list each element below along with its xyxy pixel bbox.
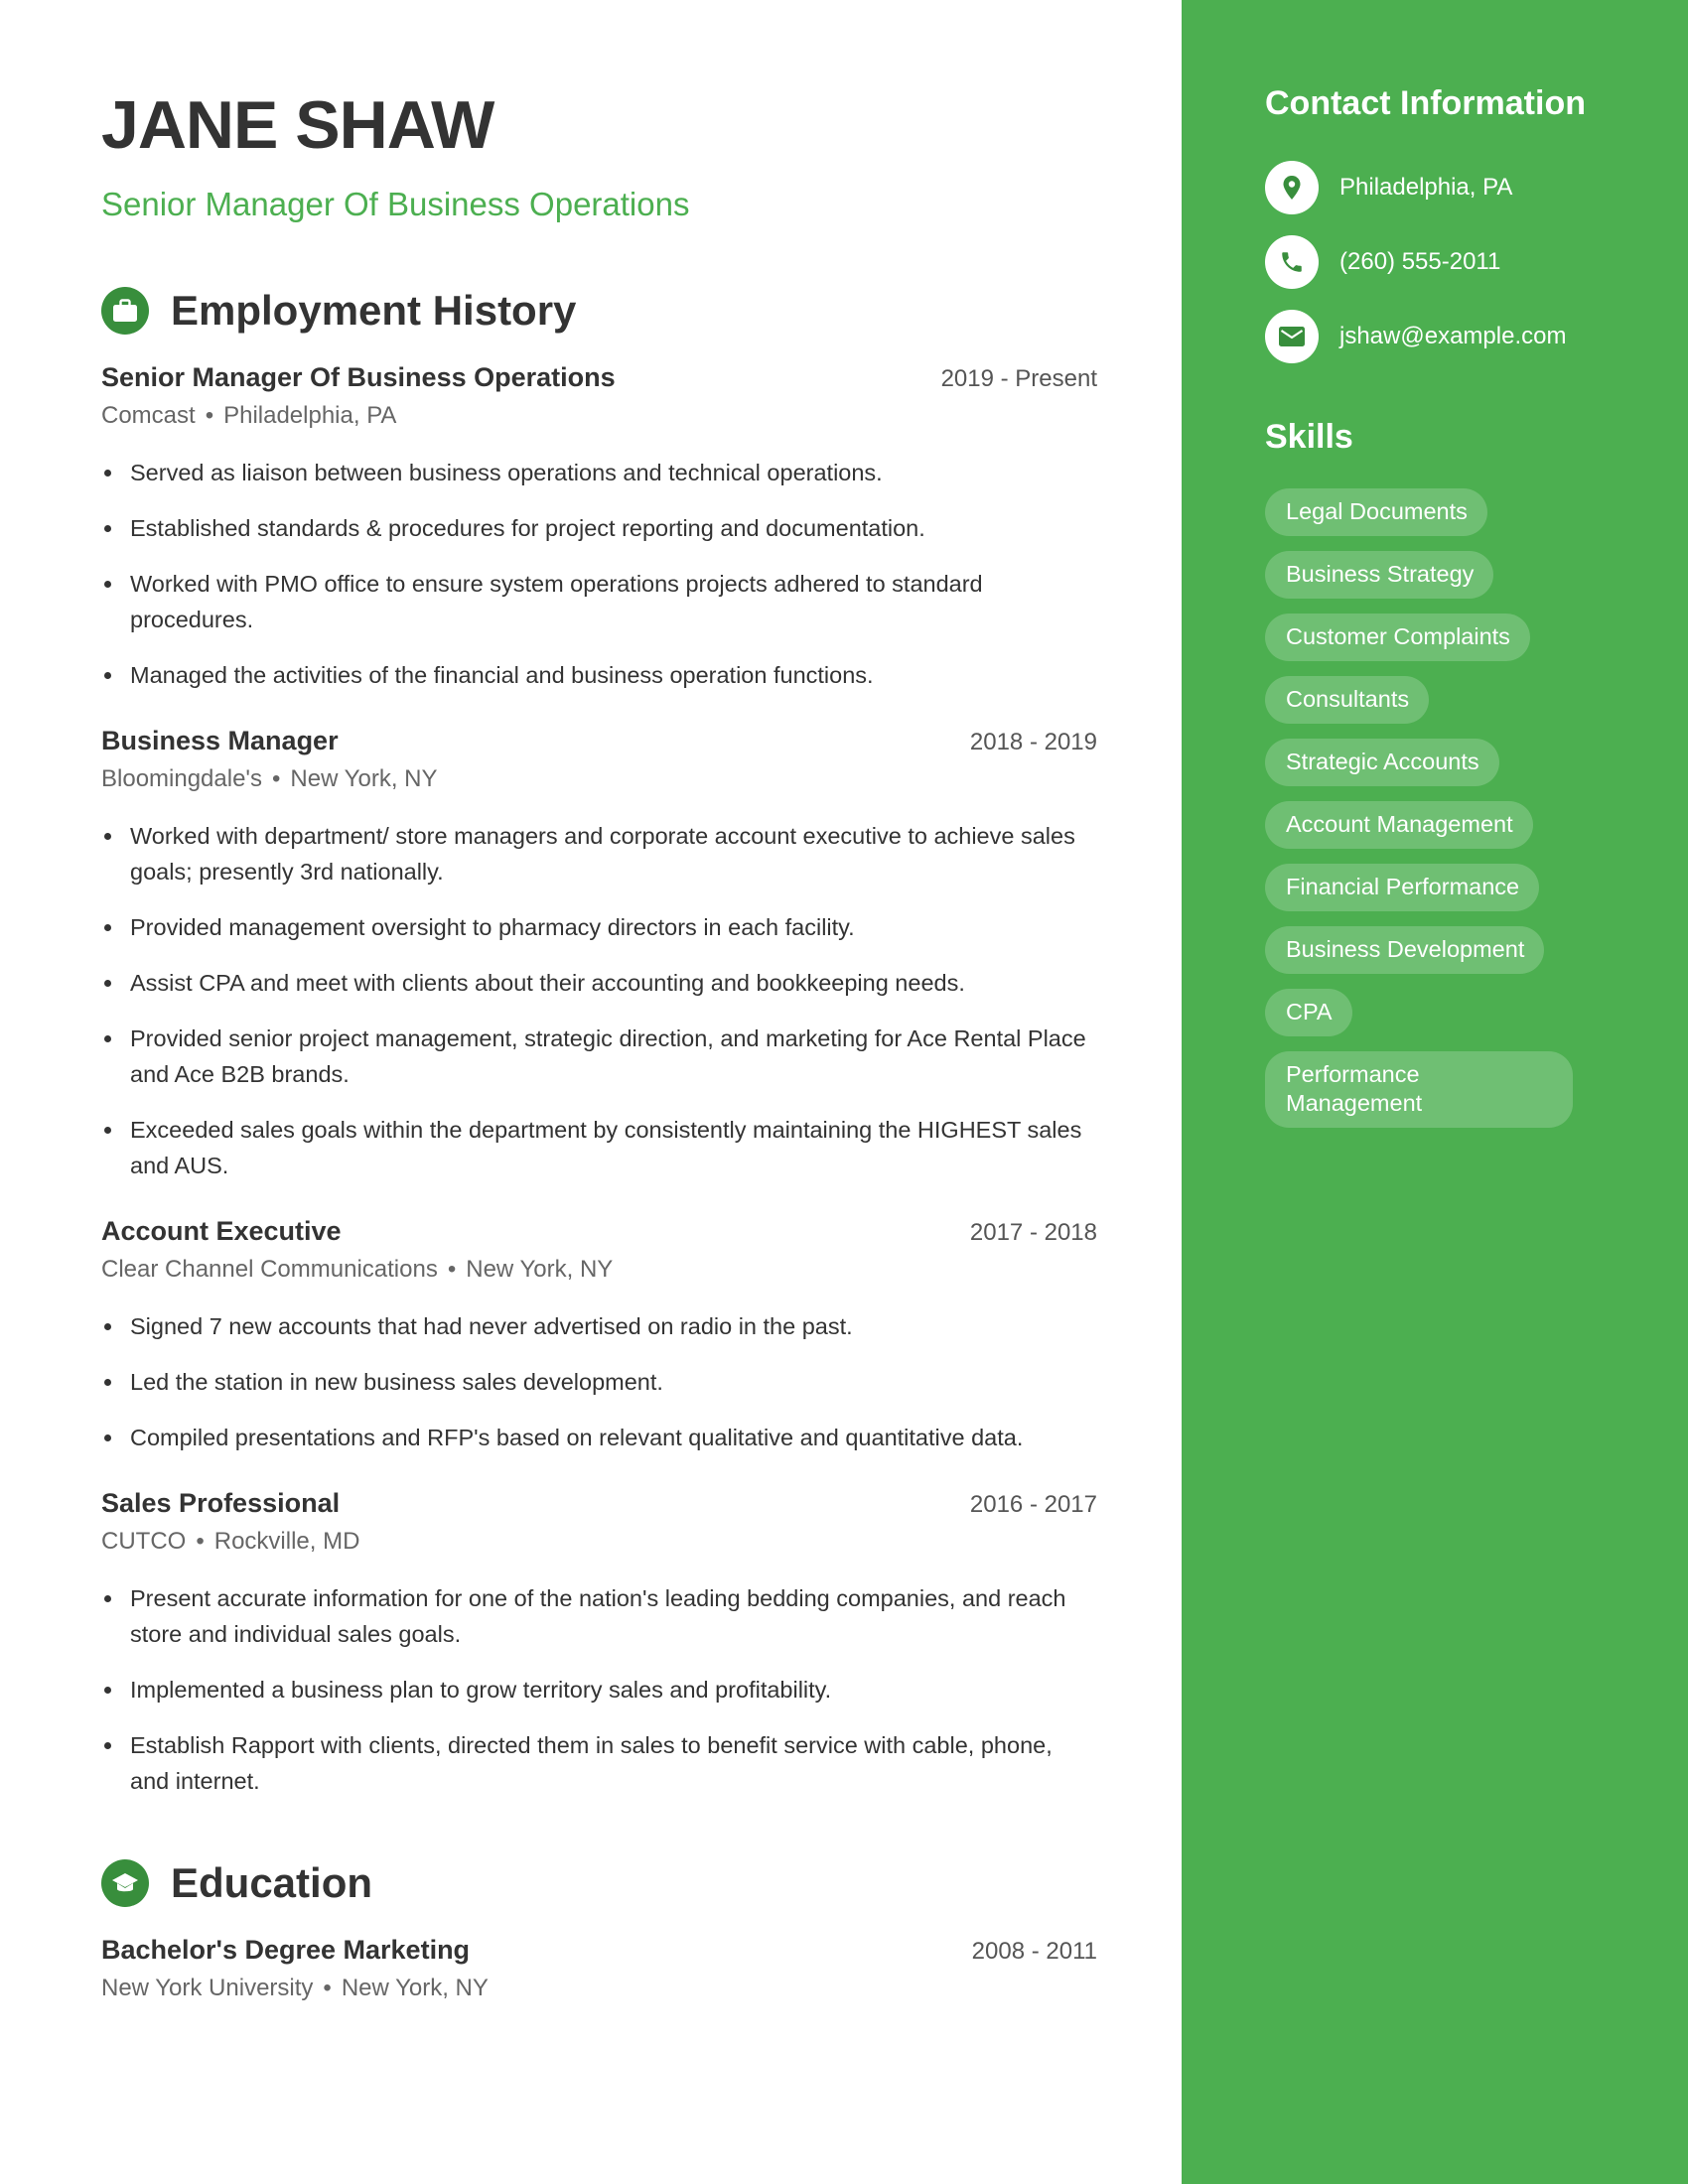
candidate-name: JANE SHAW [101, 87, 494, 163]
job-bullet: Led the station in new business sales de… [101, 1364, 1097, 1400]
separator-dot: • [196, 1528, 205, 1555]
employment-title: Employment History [171, 287, 577, 334]
briefcase-icon [101, 287, 149, 335]
contact-item-email: jshaw@example.com [1265, 310, 1688, 363]
job-employer-line: Comcast • Philadelphia, PA [101, 399, 1097, 433]
separator-dot: • [205, 402, 214, 429]
contact-item-location: Philadelphia, PA [1265, 161, 1688, 214]
contact-list: Philadelphia, PA (260) 555-2011 jshaw@ex… [1265, 161, 1688, 363]
separator-dot: • [323, 1975, 332, 2001]
job-bullet: Established standards & procedures for p… [101, 510, 1097, 546]
job-bullet: Exceeded sales goals within the departme… [101, 1112, 1097, 1183]
education-dates: 2008 - 2011 [971, 1938, 1097, 1965]
job-company: Comcast [101, 402, 196, 429]
job-dates: 2016 - 2017 [969, 1491, 1097, 1518]
education-section: Education Bachelor's Degree Marketing 20… [101, 1856, 1182, 2005]
job-bullet: Present accurate information for one of … [101, 1580, 1097, 1652]
education-school-line: New York University • New York, NY [101, 1972, 1097, 2005]
degree-title: Bachelor's Degree Marketing [101, 1935, 471, 1965]
separator-dot: • [447, 1256, 457, 1283]
candidate-headline: Senior Manager Of Business Operations [101, 186, 690, 222]
main-column: JANE SHAW Senior Manager Of Business Ope… [0, 0, 1182, 2184]
job-bullet: Provided management oversight to pharmac… [101, 909, 1097, 945]
job-employer-line: CUTCO • Rockville, MD [101, 1525, 1097, 1559]
education-header: Education [101, 1856, 1182, 1910]
job-bullets: Signed 7 new accounts that had never adv… [101, 1308, 1097, 1455]
school-location: New York, NY [341, 1975, 489, 2001]
job-employer-line: Bloomingdale's • New York, NY [101, 762, 1097, 796]
job-bullet: Worked with PMO office to ensure system … [101, 566, 1097, 637]
job-location: New York, NY [466, 1256, 614, 1283]
contact-phone: (260) 555-2011 [1339, 248, 1501, 275]
job-bullet: Signed 7 new accounts that had never adv… [101, 1308, 1097, 1344]
skill-tag: Customer Complaints [1265, 614, 1530, 661]
job-dates: 2019 - Present [940, 365, 1097, 392]
employment-header: Employment History [101, 284, 1182, 338]
job-company: Clear Channel Communications [101, 1256, 438, 1283]
job-bullet: Worked with department/ store managers a… [101, 818, 1097, 889]
job-bullet: Provided senior project management, stra… [101, 1021, 1097, 1092]
job-title: Senior Manager Of Business Operations [101, 362, 616, 392]
email-icon [1265, 310, 1319, 363]
job-dates: 2018 - 2019 [969, 729, 1097, 755]
contact-email[interactable]: jshaw@example.com [1339, 323, 1566, 350]
job-bullet: Compiled presentations and RFP's based o… [101, 1420, 1097, 1455]
skill-tag: Legal Documents [1265, 488, 1487, 536]
skill-tag: Business Strategy [1265, 551, 1494, 599]
job-location: Philadelphia, PA [223, 402, 397, 429]
skill-tag: Consultants [1265, 676, 1430, 724]
skill-tag: Business Development [1265, 926, 1545, 974]
contact-item-phone: (260) 555-2011 [1265, 235, 1688, 289]
job-company: Bloomingdale's [101, 765, 263, 792]
job-dates: 2017 - 2018 [969, 1219, 1097, 1246]
job-employer-line: Clear Channel Communications • New York, N… [101, 1253, 1097, 1287]
separator-dot: • [272, 765, 281, 792]
education-entry: Bachelor's Degree Marketing 2008 - 2011 … [101, 1932, 1097, 2005]
employment-entry: Account Executive 2017 - 2018 Clear Chan… [101, 1213, 1097, 1455]
skill-tag: Strategic Accounts [1265, 739, 1499, 786]
job-bullet: Managed the activities of the financial … [101, 657, 1097, 693]
contact-location: Philadelphia, PA [1339, 174, 1513, 201]
phone-icon [1265, 235, 1319, 289]
skill-tag: Financial Performance [1265, 864, 1540, 911]
skill-tag: CPA [1265, 989, 1352, 1036]
job-location: New York, NY [290, 765, 438, 792]
skill-tag: Account Management [1265, 801, 1533, 849]
job-company: CUTCO [101, 1528, 187, 1555]
job-bullet: Establish Rapport with clients, directed… [101, 1727, 1097, 1799]
employment-entry: Sales Professional 2016 - 2017 CUTCO • Roc… [101, 1485, 1097, 1799]
skills-title: Skills [1265, 418, 1353, 456]
job-title: Account Executive [101, 1216, 342, 1246]
employment-entry: Senior Manager Of Business Operations 20… [101, 359, 1097, 693]
sidebar: Contact Information Philadelphia, PA (26… [1182, 0, 1688, 2184]
job-bullets: Served as liaison between business opera… [101, 455, 1097, 693]
job-bullets: Worked with department/ store managers a… [101, 818, 1097, 1183]
job-location: Rockville, MD [213, 1528, 360, 1555]
skill-tag: Performance Management [1265, 1051, 1573, 1128]
location-pin-icon [1265, 161, 1319, 214]
job-title: Sales Professional [101, 1488, 341, 1518]
employment-section: Employment History Senior Manager Of Bus… [101, 284, 1182, 1799]
school-name: New York University [101, 1975, 314, 2001]
job-bullet: Implemented a business plan to grow terr… [101, 1672, 1097, 1707]
job-bullet: Assist CPA and meet with clients about t… [101, 965, 1097, 1001]
graduation-cap-icon [101, 1859, 149, 1907]
job-bullet: Served as liaison between business opera… [101, 455, 1097, 490]
job-title: Business Manager [101, 726, 339, 755]
employment-entry: Business Manager 2018 - 2019 Bloomingdal… [101, 723, 1097, 1183]
job-bullets: Present accurate information for one of … [101, 1580, 1097, 1799]
skills-list: Legal Documents Business Strategy Custom… [1265, 488, 1688, 1143]
contact-title: Contact Information [1265, 84, 1586, 122]
education-title: Education [171, 1859, 373, 1906]
